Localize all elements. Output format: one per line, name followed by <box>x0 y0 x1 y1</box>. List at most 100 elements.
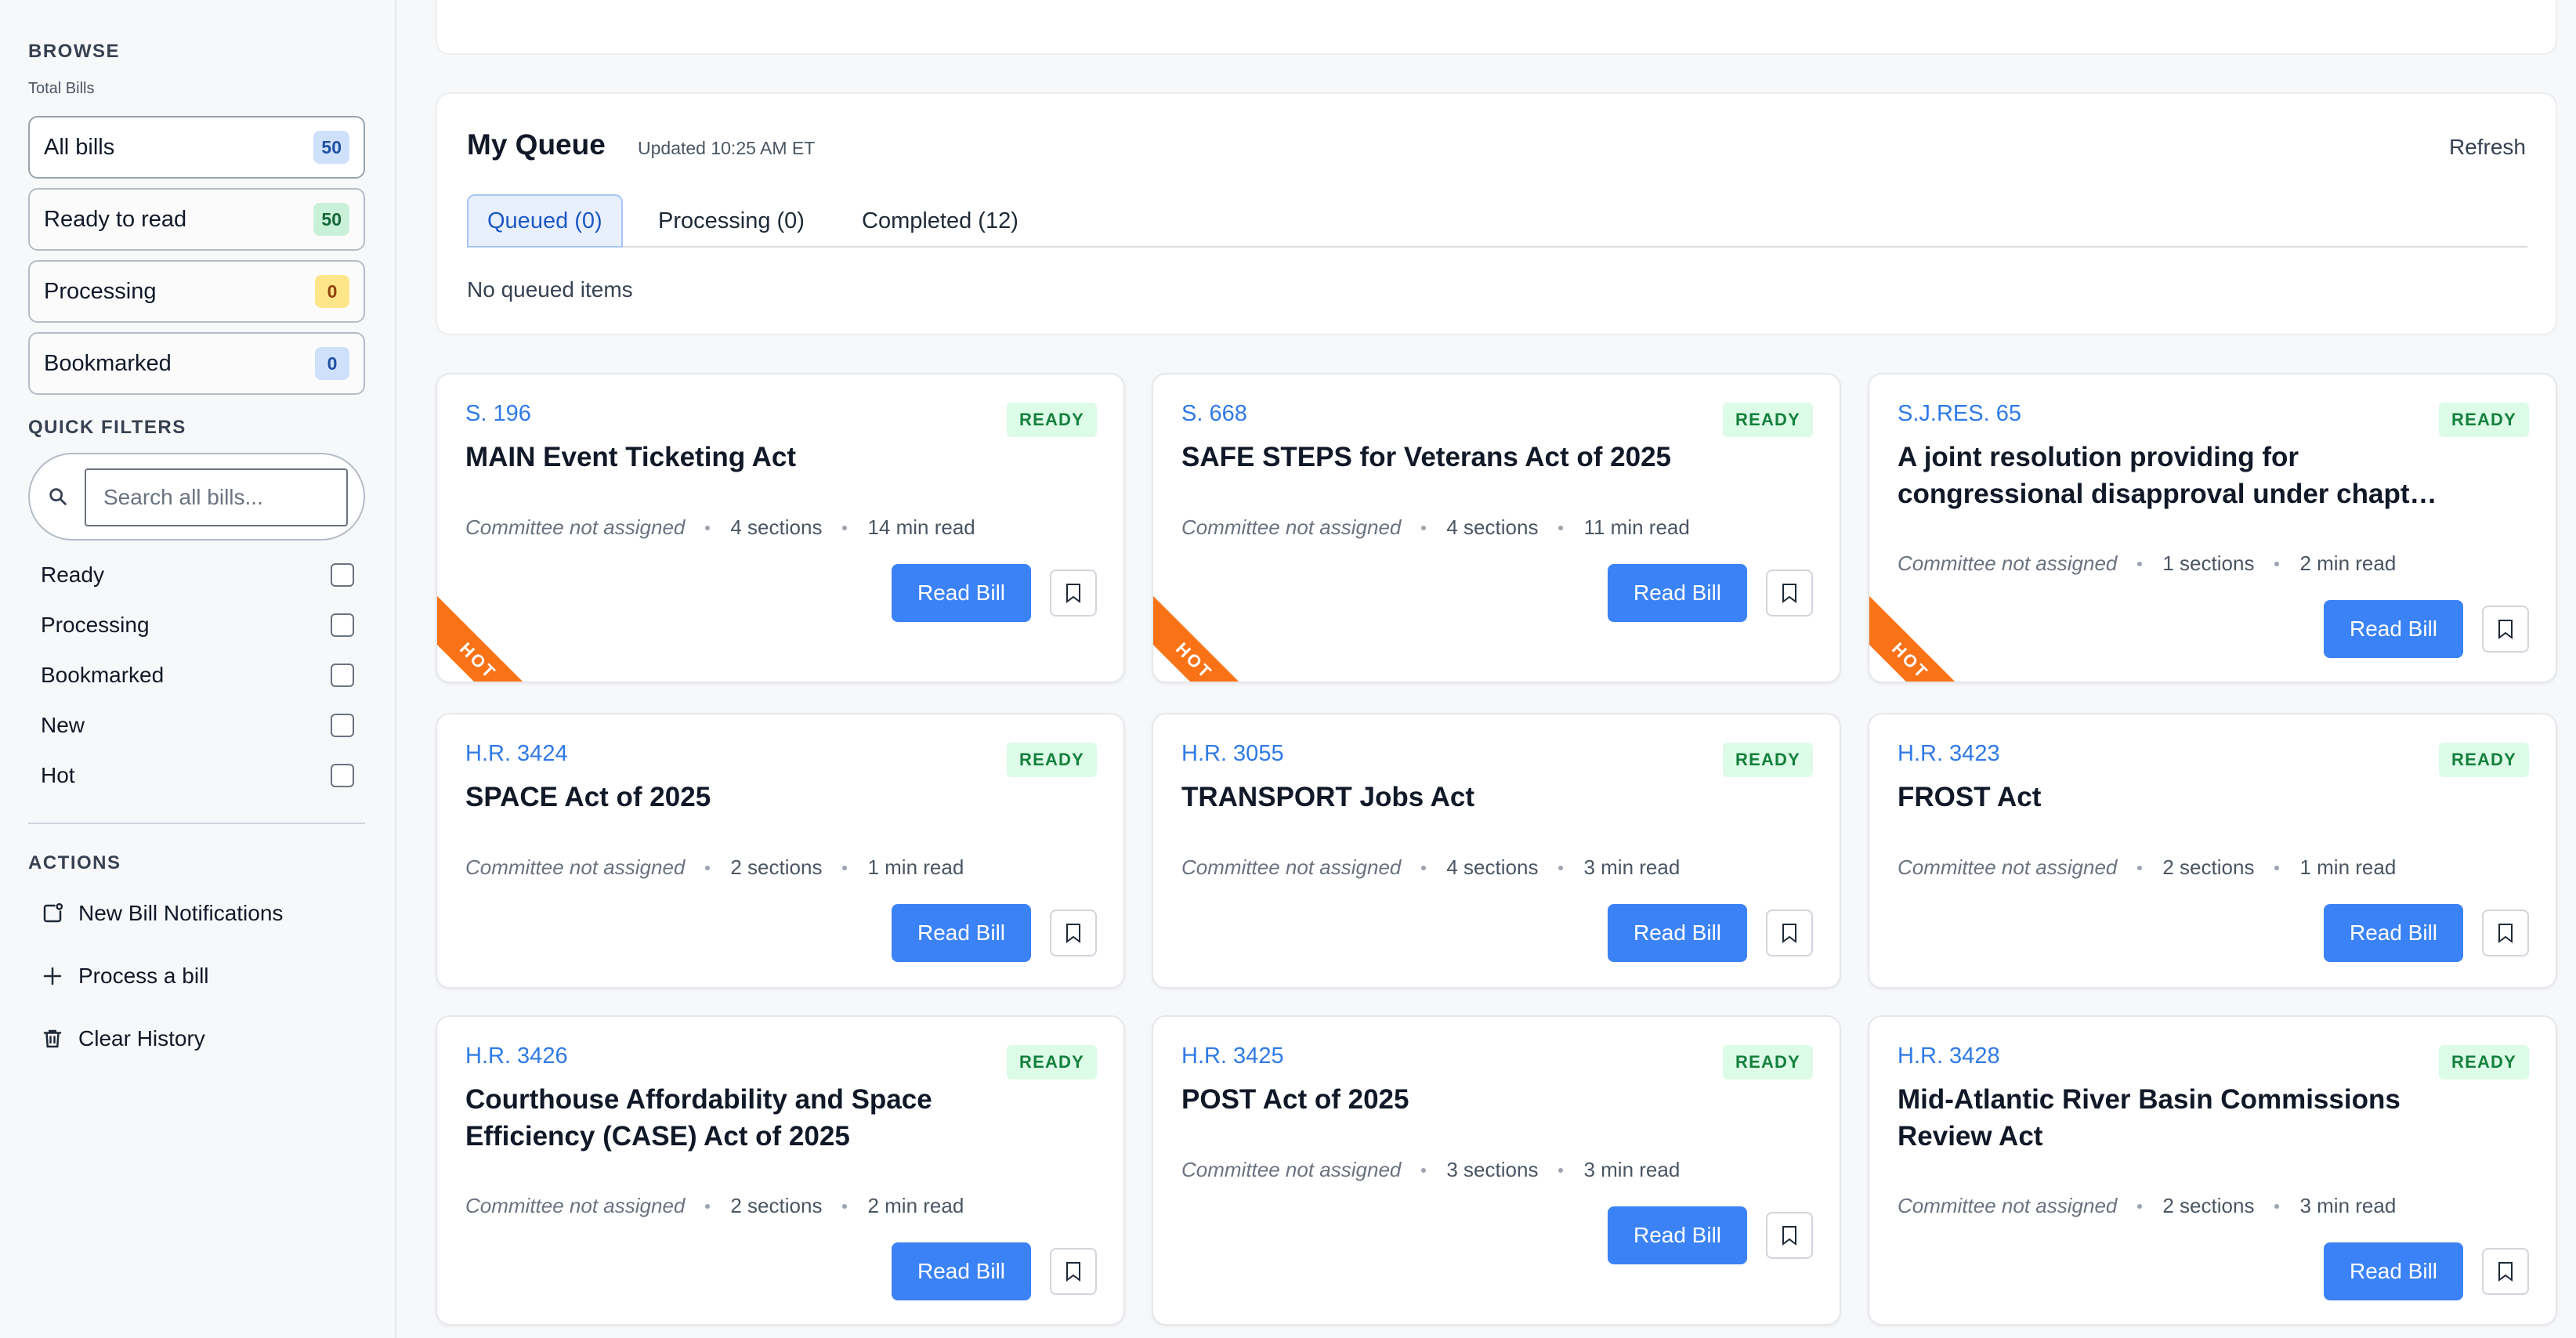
separator-dot <box>2137 1203 2143 1209</box>
filter-checkbox[interactable] <box>331 764 354 787</box>
separator-dot <box>842 865 848 870</box>
status-badge: READY <box>1006 1045 1097 1079</box>
filter-hot[interactable]: Hot <box>41 760 354 791</box>
bookmark-button[interactable] <box>1050 570 1097 617</box>
bookmark-button[interactable] <box>1050 1248 1097 1295</box>
bill-meta: Committee not assigned 3 sections 3 min … <box>1181 1158 1680 1182</box>
actions-heading: ACTIONS <box>28 852 121 873</box>
status-badge: READY <box>2438 743 2529 777</box>
bookmark-icon <box>2497 619 2514 639</box>
plus-icon <box>41 964 64 988</box>
refresh-button[interactable]: Refresh <box>2449 135 2526 160</box>
count-badge: 50 <box>313 131 349 164</box>
bill-id-link[interactable]: H.R. 3425 <box>1181 1043 1284 1069</box>
bill-id-link[interactable]: H.R. 3424 <box>465 741 568 767</box>
bill-id-link[interactable]: H.R. 3423 <box>1898 741 2000 767</box>
tab-queued[interactable]: Queued (0) <box>467 194 623 248</box>
filter-ready[interactable]: Ready <box>41 559 354 591</box>
bookmark-button[interactable] <box>2482 909 2529 956</box>
new-bill-notifications-action[interactable]: New Bill Notifications <box>41 898 283 929</box>
bill-card: H.R. 3425 READY POST Act of 2025 Committ… <box>1152 1015 1841 1325</box>
separator-dot <box>1421 1167 1427 1173</box>
browse-bookmarked-button[interactable]: Bookmarked 0 <box>28 332 365 395</box>
committee-text: Committee not assigned <box>465 855 686 879</box>
read-time: 11 min read <box>1583 515 1690 539</box>
read-bill-button[interactable]: Read Bill <box>2324 600 2463 658</box>
notification-icon <box>41 902 64 925</box>
sections-count: 2 sections <box>2162 1194 2255 1217</box>
bill-card: H.R. 3424 READY SPACE Act of 2025 Commit… <box>436 713 1125 989</box>
read-bill-button[interactable]: Read Bill <box>1608 904 1747 962</box>
filter-checkbox[interactable] <box>331 613 354 637</box>
queue-empty-message: No queued items <box>467 277 633 302</box>
read-bill-button[interactable]: Read Bill <box>892 564 1031 622</box>
bookmark-icon <box>1781 1225 1798 1246</box>
clear-history-action[interactable]: Clear History <box>41 1023 205 1054</box>
read-time: 3 min read <box>1583 855 1681 879</box>
filter-label: New <box>41 713 85 737</box>
filter-new[interactable]: New <box>41 710 354 741</box>
committee-text: Committee not assigned <box>1181 855 1402 879</box>
read-bill-button[interactable]: Read Bill <box>892 1242 1031 1300</box>
bill-id-link[interactable]: S.J.RES. 65 <box>1898 401 2021 427</box>
committee-text: Committee not assigned <box>1181 515 1402 539</box>
browse-label: Bookmarked <box>44 350 172 376</box>
read-bill-button[interactable]: Read Bill <box>2324 1242 2463 1300</box>
read-time: 1 min read <box>867 855 964 879</box>
bookmark-button[interactable] <box>1766 1212 1813 1259</box>
tab-processing[interactable]: Processing (0) <box>658 194 805 248</box>
read-time: 3 min read <box>2299 1194 2397 1217</box>
search-box <box>28 453 365 541</box>
bill-title: SPACE Act of 2025 <box>465 782 711 812</box>
committee-text: Committee not assigned <box>1898 855 2118 879</box>
bookmark-button[interactable] <box>1766 570 1813 617</box>
bill-id-link[interactable]: S. 196 <box>465 401 531 427</box>
bookmark-button[interactable] <box>2482 1248 2529 1295</box>
filter-processing[interactable]: Processing <box>41 609 354 641</box>
browse-all-bills-button[interactable]: All bills 50 <box>28 116 365 179</box>
filter-checkbox[interactable] <box>331 563 354 587</box>
bill-id-link[interactable]: H.R. 3426 <box>465 1043 568 1069</box>
filter-bookmarked[interactable]: Bookmarked <box>41 660 354 691</box>
bill-id-link[interactable]: H.R. 3428 <box>1898 1043 2000 1069</box>
read-bill-button[interactable]: Read Bill <box>1608 564 1747 622</box>
bookmark-icon <box>1065 1261 1082 1282</box>
separator-dot <box>2274 561 2280 566</box>
separator-dot <box>705 865 711 870</box>
bill-meta: Committee not assigned 4 sections 3 min … <box>1181 855 1680 880</box>
sections-count: 3 sections <box>1446 1158 1539 1181</box>
read-bill-button[interactable]: Read Bill <box>1608 1206 1747 1264</box>
tab-completed[interactable]: Completed (12) <box>862 194 1018 248</box>
bill-title: SAFE STEPS for Veterans Act of 2025 <box>1181 442 1672 472</box>
read-bill-button[interactable]: Read Bill <box>892 904 1031 962</box>
status-badge: READY <box>2438 1045 2529 1079</box>
status-badge: READY <box>1722 403 1813 437</box>
separator-dot <box>1421 865 1427 870</box>
bookmark-button[interactable] <box>1050 909 1097 956</box>
bill-meta: Committee not assigned 2 sections 2 min … <box>465 1194 964 1218</box>
bill-id-link[interactable]: H.R. 3055 <box>1181 741 1284 767</box>
action-label: New Bill Notifications <box>78 901 284 925</box>
separator-dot <box>1558 865 1564 870</box>
bill-id-link[interactable]: S. 668 <box>1181 401 1247 427</box>
bookmark-button[interactable] <box>1766 909 1813 956</box>
trash-icon <box>41 1027 64 1051</box>
sections-count: 2 sections <box>730 855 823 879</box>
sections-count: 1 sections <box>2162 551 2255 575</box>
browse-ready-button[interactable]: Ready to read 50 <box>28 188 365 251</box>
process-bill-action[interactable]: Process a bill <box>41 960 209 992</box>
read-bill-button[interactable]: Read Bill <box>2324 904 2463 962</box>
browse-label: Processing <box>44 278 157 304</box>
search-input[interactable] <box>85 468 348 526</box>
bookmark-button[interactable] <box>2482 606 2529 653</box>
bill-meta: Committee not assigned 2 sections 1 min … <box>465 855 964 880</box>
sections-count: 2 sections <box>2162 855 2255 879</box>
bookmark-icon <box>1065 583 1082 603</box>
browse-processing-button[interactable]: Processing 0 <box>28 260 365 323</box>
filter-checkbox[interactable] <box>331 664 354 687</box>
read-time: 1 min read <box>2299 855 2397 879</box>
action-label: Process a bill <box>78 964 209 988</box>
bill-title: MAIN Event Ticketing Act <box>465 442 797 472</box>
bill-card: S. 196 READY MAIN Event Ticketing Act Co… <box>436 373 1125 683</box>
filter-checkbox[interactable] <box>331 714 354 737</box>
